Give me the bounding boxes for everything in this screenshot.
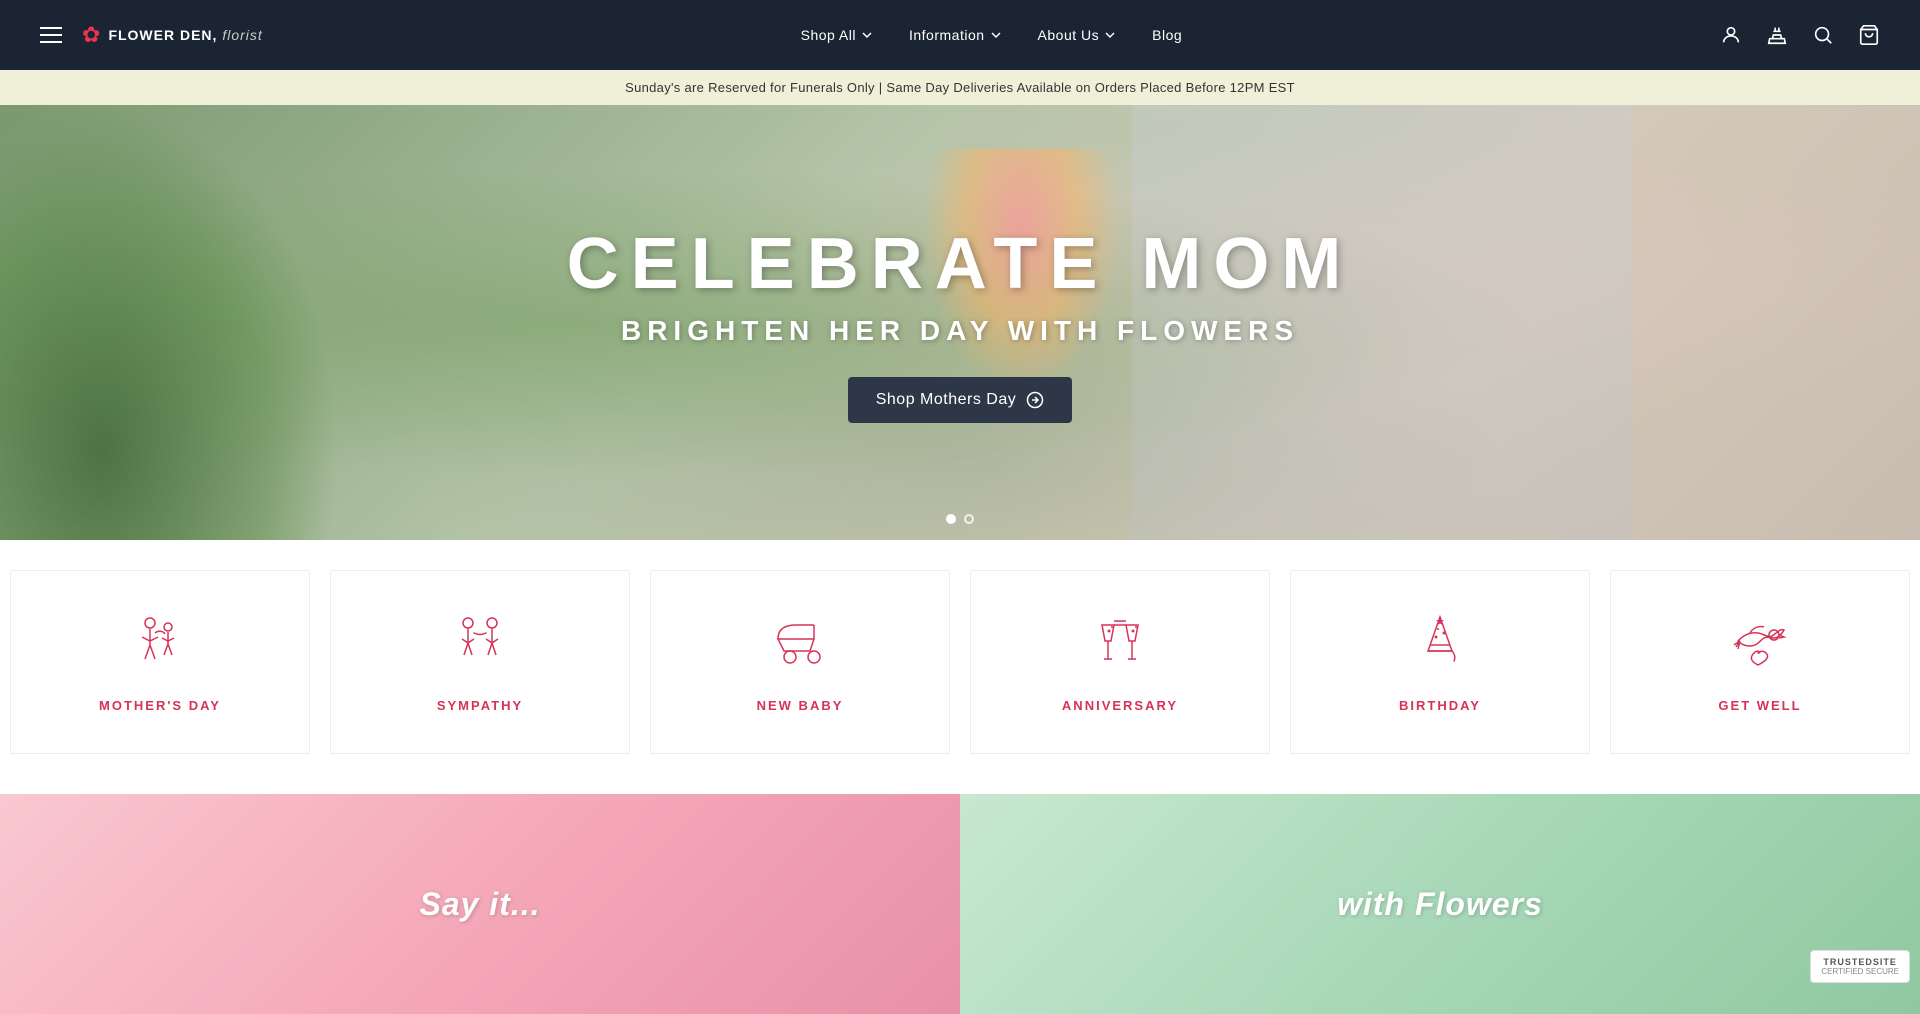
category-sympathy[interactable]: SYMPATHY — [330, 570, 630, 754]
hero-section: CELEBRATE MOM BRIGHTEN HER DAY WITH FLOW… — [0, 105, 1920, 540]
mothers-day-label: MOTHER'S DAY — [99, 698, 221, 713]
account-icon[interactable] — [1720, 24, 1742, 46]
nav-shop-all[interactable]: Shop All — [801, 27, 873, 43]
nav-right — [1720, 24, 1880, 46]
bottom-banners: Say it... with Flowers — [0, 794, 1920, 1014]
hero-title: CELEBRATE MOM — [20, 223, 1900, 305]
logo[interactable]: ✿ FLOWER DEN, florist — [82, 22, 263, 48]
hero-subtitle: BRIGHTEN HER DAY WITH FLOWERS — [20, 315, 1900, 347]
category-mothers-day[interactable]: MOTHER'S DAY — [10, 570, 310, 754]
nav-left: ✿ FLOWER DEN, florist — [40, 22, 263, 48]
wishlist-icon[interactable] — [1766, 24, 1788, 46]
announcement-bar: Sunday's are Reserved for Funerals Only … — [0, 70, 1920, 105]
category-get-well[interactable]: GET WELL — [1610, 570, 1910, 754]
banner-say-it[interactable]: Say it... — [0, 794, 960, 1014]
nav-center: Shop All Information About Us Blog — [801, 27, 1183, 43]
hero-content: CELEBRATE MOM BRIGHTEN HER DAY WITH FLOW… — [0, 203, 1920, 443]
category-birthday[interactable]: BIRTHDAY — [1290, 570, 1590, 754]
category-new-baby[interactable]: NEW BABY — [650, 570, 950, 754]
cart-icon[interactable] — [1858, 24, 1880, 46]
categories-section: MOTHER'S DAY SYMPATHY — [0, 540, 1920, 784]
trusted-site-badge: TrustedSite CERTIFIED SECURE — [1810, 950, 1910, 983]
logo-icon: ✿ — [82, 22, 100, 48]
banner-flowers[interactable]: with Flowers — [960, 794, 1920, 1014]
hamburger-menu[interactable] — [40, 27, 62, 43]
sympathy-label: SYMPATHY — [437, 698, 523, 713]
shop-mothers-day-button[interactable]: Shop Mothers Day — [848, 377, 1073, 423]
hero-carousel-dots — [946, 514, 974, 524]
get-well-label: GET WELL — [1718, 698, 1801, 713]
shop-mothers-day-label: Shop Mothers Day — [876, 391, 1017, 409]
new-baby-icon — [768, 611, 832, 680]
nav-blog[interactable]: Blog — [1152, 27, 1182, 43]
banner-flowers-text: with Flowers — [1337, 886, 1543, 923]
search-icon[interactable] — [1812, 24, 1834, 46]
trusted-site-label: TrustedSite — [1823, 957, 1897, 967]
birthday-label: BIRTHDAY — [1399, 698, 1481, 713]
get-well-icon — [1728, 611, 1792, 680]
anniversary-label: ANNIVERSARY — [1062, 698, 1178, 713]
new-baby-label: NEW BABY — [757, 698, 844, 713]
category-anniversary[interactable]: ANNIVERSARY — [970, 570, 1270, 754]
birthday-icon — [1408, 611, 1472, 680]
logo-text: FLOWER DEN, florist — [108, 27, 262, 43]
navbar: ✿ FLOWER DEN, florist Shop All Informati… — [0, 0, 1920, 70]
nav-information[interactable]: Information — [909, 27, 1002, 43]
carousel-dot-1[interactable] — [946, 514, 956, 524]
trusted-site-sub: CERTIFIED SECURE — [1821, 967, 1899, 976]
carousel-dot-2[interactable] — [964, 514, 974, 524]
mothers-day-icon — [128, 611, 192, 680]
announcement-text: Sunday's are Reserved for Funerals Only … — [625, 80, 1295, 95]
anniversary-icon — [1088, 611, 1152, 680]
sympathy-icon — [448, 611, 512, 680]
nav-about-us[interactable]: About Us — [1038, 27, 1117, 43]
banner-say-it-text: Say it... — [419, 886, 540, 923]
